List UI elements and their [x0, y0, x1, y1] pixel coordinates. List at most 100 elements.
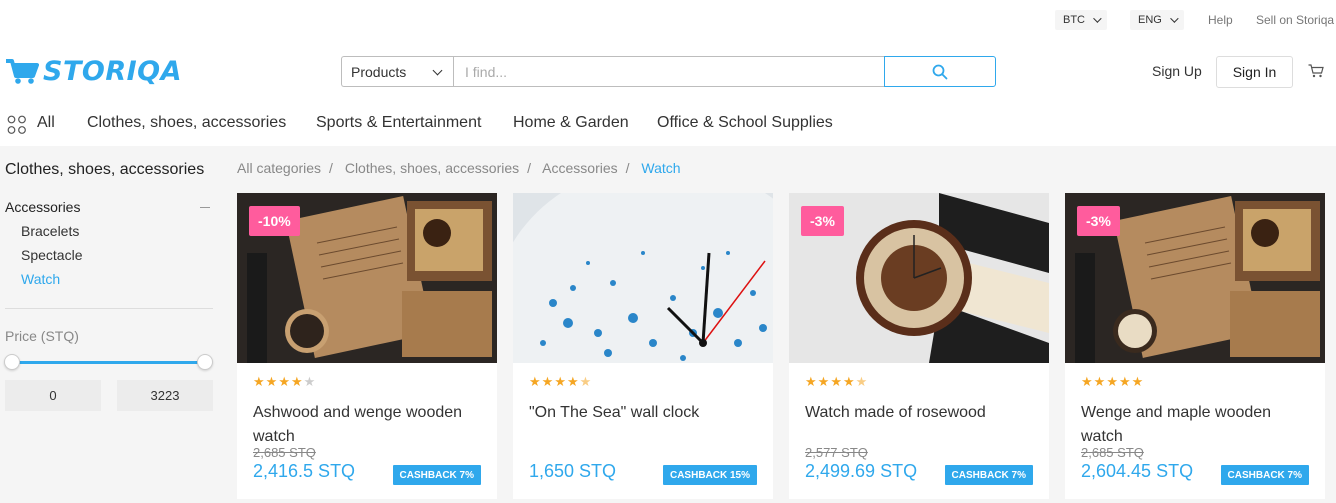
search-button[interactable]	[884, 56, 996, 87]
star-icon: ★	[529, 374, 541, 389]
star-icon: ★	[842, 374, 855, 389]
product-image[interactable]	[513, 193, 773, 363]
star-icon: ★	[253, 374, 265, 389]
breadcrumb: All categories / Clothes, shoes, accessor…	[237, 160, 681, 176]
chevron-down-icon	[1170, 14, 1179, 23]
help-link[interactable]: Help	[1208, 13, 1233, 27]
chevron-down-icon	[432, 65, 443, 76]
star-icon: ★	[805, 374, 817, 389]
old-price: 2,685 STQ	[1081, 445, 1144, 460]
cashback-badge: CASHBACK 7%	[944, 465, 1033, 485]
category-nav: All Clothes, shoes, accessories Sports &…	[0, 112, 1336, 136]
sign-in-button[interactable]: Sign In	[1216, 56, 1293, 88]
sidebar-title: Clothes, shoes, accessories	[5, 161, 205, 178]
price-slider-min-handle[interactable]	[4, 354, 20, 370]
logo-text: STORIQA	[43, 56, 183, 87]
product-photo	[513, 193, 773, 363]
star-icon: ★	[554, 374, 566, 389]
category-all[interactable]: All	[37, 114, 55, 132]
old-price: 2,577 STQ	[805, 445, 868, 460]
grid-icon	[7, 115, 26, 134]
product-card[interactable]: -3% ★ ★ ★ ★ ★ Watch made of rosewood 2,5…	[789, 193, 1049, 499]
product-image[interactable]: -10%	[237, 193, 497, 363]
product-name[interactable]: "On The Sea" wall clock	[529, 401, 759, 425]
product-image[interactable]: -3%	[1065, 193, 1325, 363]
breadcrumb-item[interactable]: Clothes, shoes, accessories	[345, 160, 519, 176]
rating-stars: ★ ★ ★ ★ ★	[805, 375, 868, 389]
breadcrumb-current: Watch	[641, 160, 681, 176]
search-category-value: Products	[351, 63, 407, 80]
currency-value: BTC	[1063, 14, 1085, 26]
star-half-icon: ★	[855, 374, 868, 389]
cart-icon	[1308, 64, 1324, 78]
star-icon: ★	[1131, 374, 1144, 389]
discount-badge: -3%	[801, 206, 844, 236]
star-icon: ★	[1081, 374, 1093, 389]
cashback-badge: CASHBACK 7%	[392, 465, 481, 485]
cart-button[interactable]	[1308, 64, 1324, 83]
collapse-icon[interactable]	[200, 207, 210, 208]
product-price: 2,604.45 STQ	[1081, 461, 1194, 481]
search-category-select[interactable]: Products	[341, 56, 453, 87]
star-icon: ★	[541, 374, 554, 389]
sell-link[interactable]: Sell on Storiqa	[1256, 13, 1334, 27]
search-input[interactable]	[453, 56, 885, 87]
star-icon: ★	[303, 374, 316, 389]
price-slider-max-handle[interactable]	[197, 354, 213, 370]
breadcrumb-item[interactable]: All categories	[237, 160, 321, 176]
sidebar-item-spectacle[interactable]: Spectacle	[21, 247, 82, 263]
product-image[interactable]: -3%	[789, 193, 1049, 363]
star-icon: ★	[830, 374, 842, 389]
star-icon: ★	[265, 374, 278, 389]
product-name[interactable]: Ashwood and wenge wooden watch	[253, 401, 483, 449]
product-card[interactable]: -3% ★ ★ ★ ★ ★ Wenge and maple wooden wat…	[1065, 193, 1325, 499]
discount-badge: -10%	[249, 206, 300, 236]
star-half-icon: ★	[579, 374, 592, 389]
sidebar-item-watch[interactable]: Watch	[21, 271, 60, 287]
product-price: 2,416.5 STQ	[253, 461, 356, 481]
star-icon: ★	[1093, 374, 1106, 389]
cashback-badge: CASHBACK 7%	[1220, 465, 1309, 485]
language-select[interactable]: ENG	[1130, 10, 1184, 30]
product-price: 2,499.69 STQ	[805, 461, 918, 481]
old-price: 2,685 STQ	[253, 445, 316, 460]
category-sports[interactable]: Sports & Entertainment	[316, 114, 481, 132]
product-card[interactable]: -10% ★ ★ ★ ★ ★ Ashwood and wenge wooden …	[237, 193, 497, 499]
rating-stars: ★ ★ ★ ★ ★	[1081, 375, 1144, 389]
sign-up-link[interactable]: Sign Up	[1152, 63, 1202, 79]
price-filter-label: Price (STQ)	[5, 328, 79, 344]
star-icon: ★	[1106, 374, 1118, 389]
star-icon: ★	[566, 374, 579, 389]
category-home-garden[interactable]: Home & Garden	[513, 114, 629, 132]
divider	[5, 308, 213, 309]
star-icon: ★	[817, 374, 830, 389]
price-max-field[interactable]: 3223	[117, 380, 213, 411]
category-office-school[interactable]: Office & School Supplies	[657, 114, 833, 132]
rating-stars: ★ ★ ★ ★ ★	[253, 375, 316, 389]
product-card[interactable]: ★ ★ ★ ★ ★ "On The Sea" wall clock 1,650 …	[513, 193, 773, 499]
category-clothes[interactable]: Clothes, shoes, accessories	[87, 114, 286, 132]
search-bar: Products	[341, 56, 996, 87]
currency-select[interactable]: BTC	[1055, 10, 1107, 30]
rating-stars: ★ ★ ★ ★ ★	[529, 375, 592, 389]
language-value: ENG	[1138, 14, 1162, 26]
sidebar-item-bracelets[interactable]: Bracelets	[21, 223, 79, 239]
logo[interactable]: STORIQA	[5, 57, 182, 87]
product-name[interactable]: Watch made of rosewood	[805, 401, 1035, 425]
price-min-field[interactable]: 0	[5, 380, 101, 411]
star-icon: ★	[278, 374, 290, 389]
product-name[interactable]: Wenge and maple wooden watch	[1081, 401, 1311, 449]
cashback-badge: CASHBACK 15%	[662, 465, 757, 485]
product-price: 1,650 STQ	[529, 461, 617, 481]
cart-logo-icon	[6, 59, 39, 84]
discount-badge: -3%	[1077, 206, 1120, 236]
star-icon: ★	[290, 374, 303, 389]
catalog-area: Clothes, shoes, accessories Accessories …	[0, 146, 1336, 503]
sidebar-group-accessories[interactable]: Accessories	[5, 199, 80, 215]
search-icon	[932, 64, 948, 79]
star-icon: ★	[1118, 374, 1131, 389]
top-utility-bar: BTC ENG Help Sell on Storiqa	[0, 0, 1336, 40]
breadcrumb-item[interactable]: Accessories	[542, 160, 617, 176]
price-slider-track[interactable]	[12, 361, 206, 364]
chevron-down-icon	[1093, 14, 1102, 23]
